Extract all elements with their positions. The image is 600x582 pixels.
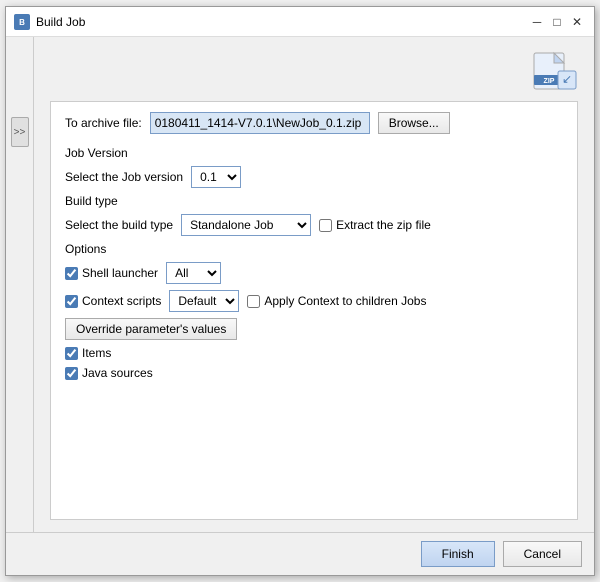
context-scripts-row: Context scripts Default All None Apply C… xyxy=(65,290,563,312)
options-title: Options xyxy=(65,242,563,256)
shell-launcher-checkbox-label[interactable]: Shell launcher xyxy=(65,266,158,280)
archive-row: To archive file: Browse... xyxy=(65,112,563,134)
shell-launcher-text: Shell launcher xyxy=(82,266,158,280)
finish-button[interactable]: Finish xyxy=(421,541,495,567)
items-section: Items Java sources xyxy=(65,346,563,380)
context-scripts-checkbox-label[interactable]: Context scripts xyxy=(65,294,161,308)
java-sources-checkbox-label[interactable]: Java sources xyxy=(65,366,153,380)
main-form: To archive file: Browse... Job Version S… xyxy=(50,101,578,520)
extract-zip-text: Extract the zip file xyxy=(336,218,431,232)
cancel-button[interactable]: Cancel xyxy=(503,541,582,567)
apply-context-label[interactable]: Apply Context to children Jobs xyxy=(247,294,426,308)
apply-context-checkbox[interactable] xyxy=(247,295,260,308)
minimize-button[interactable]: ─ xyxy=(528,13,546,31)
title-bar: B Build Job ─ □ ✕ xyxy=(6,7,594,37)
build-type-label: Select the build type xyxy=(65,218,173,232)
items-text: Items xyxy=(82,346,111,360)
svg-text:B: B xyxy=(19,18,25,27)
build-type-select[interactable]: Standalone Job OSGi Bundle POJO xyxy=(181,214,311,236)
svg-text:↙: ↙ xyxy=(562,72,572,86)
java-sources-checkbox[interactable] xyxy=(65,367,78,380)
items-checkbox[interactable] xyxy=(65,347,78,360)
job-version-label: Select the Job version xyxy=(65,170,183,184)
build-type-row: Select the build type Standalone Job OSG… xyxy=(65,214,563,236)
footer: Finish Cancel xyxy=(6,532,594,575)
extract-zip-checkbox[interactable] xyxy=(319,219,332,232)
shell-launcher-select[interactable]: All None Custom xyxy=(166,262,221,284)
archive-input[interactable] xyxy=(150,112,370,134)
maximize-button[interactable]: □ xyxy=(548,13,566,31)
window-controls: ─ □ ✕ xyxy=(528,13,586,31)
window-title: Build Job xyxy=(36,15,85,29)
shell-launcher-row: Shell launcher All None Custom xyxy=(65,262,563,284)
title-bar-left: B Build Job xyxy=(14,14,85,30)
arrow-button[interactable]: >> xyxy=(11,117,29,147)
options-section: Options Shell launcher All None Custom xyxy=(65,242,563,340)
content-area: ZIP ↙ To archive file: Browse... Job Ver… xyxy=(34,37,594,532)
java-sources-row: Java sources xyxy=(65,366,563,380)
items-row: Items xyxy=(65,346,563,360)
job-version-row: Select the Job version 0.1 0.2 1.0 xyxy=(65,166,563,188)
window-icon: B xyxy=(14,14,30,30)
build-type-section: Build type Select the build type Standal… xyxy=(65,194,563,236)
top-icon-area: ZIP ↙ xyxy=(50,49,578,93)
job-version-title: Job Version xyxy=(65,146,563,160)
build-job-window: B Build Job ─ □ ✕ >> xyxy=(5,6,595,576)
context-scripts-select[interactable]: Default All None xyxy=(169,290,239,312)
shell-launcher-checkbox[interactable] xyxy=(65,267,78,280)
context-scripts-checkbox[interactable] xyxy=(65,295,78,308)
svg-text:ZIP: ZIP xyxy=(544,78,555,85)
apply-context-text: Apply Context to children Jobs xyxy=(264,294,426,308)
archive-label: To archive file: xyxy=(65,116,142,130)
close-button[interactable]: ✕ xyxy=(568,13,586,31)
window-body: >> ZIP ↙ xyxy=(6,37,594,532)
left-panel: >> xyxy=(6,37,34,532)
browse-button[interactable]: Browse... xyxy=(378,112,450,134)
java-sources-text: Java sources xyxy=(82,366,153,380)
build-type-title: Build type xyxy=(65,194,563,208)
override-button[interactable]: Override parameter's values xyxy=(65,318,237,340)
job-version-select[interactable]: 0.1 0.2 1.0 xyxy=(191,166,241,188)
extract-zip-label[interactable]: Extract the zip file xyxy=(319,218,431,232)
items-checkbox-label[interactable]: Items xyxy=(65,346,111,360)
job-version-section: Job Version Select the Job version 0.1 0… xyxy=(65,146,563,188)
zip-file-icon: ZIP ↙ xyxy=(530,49,578,93)
override-row: Override parameter's values xyxy=(65,318,563,340)
context-scripts-text: Context scripts xyxy=(82,294,161,308)
